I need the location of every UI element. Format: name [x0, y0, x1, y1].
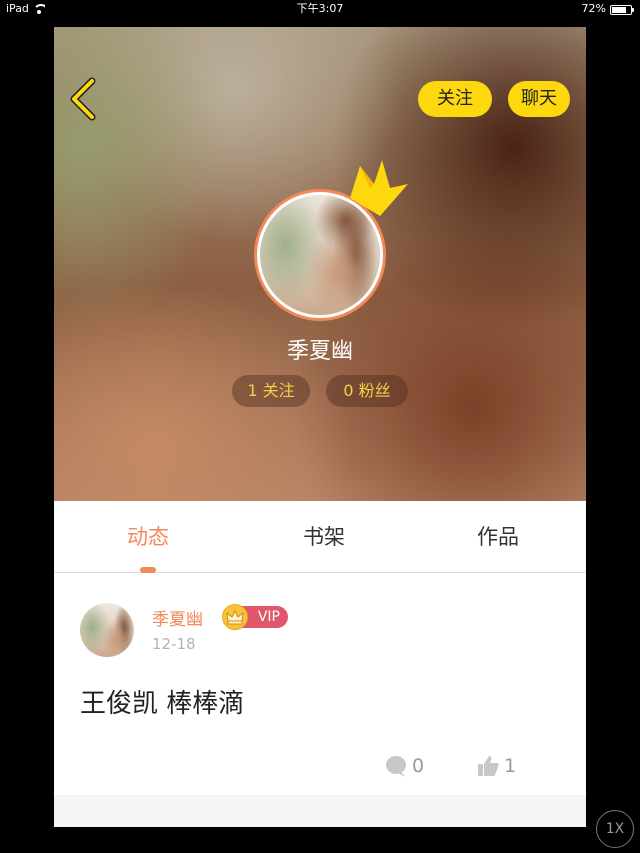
- profile-header: 关注 聊天 季夏幽 1 关注 0 粉丝: [54, 27, 586, 501]
- speed-button[interactable]: 1X: [596, 810, 634, 848]
- following-count[interactable]: 1 关注: [232, 375, 310, 407]
- thumbs-up-icon: [478, 756, 499, 776]
- tab-activity[interactable]: 动态: [98, 501, 198, 573]
- status-bar: iPad 下午3:07 72%: [0, 0, 640, 18]
- comment-count: 0: [412, 755, 425, 777]
- post-author[interactable]: 季夏幽: [152, 605, 203, 630]
- crown-icon: [350, 160, 408, 216]
- fans-count[interactable]: 0 粉丝: [326, 375, 408, 407]
- battery-fill: [612, 6, 627, 13]
- chat-button[interactable]: 聊天: [508, 81, 570, 117]
- status-time: 下午3:07: [296, 2, 344, 15]
- follow-button[interactable]: 关注: [418, 81, 492, 117]
- back-button[interactable]: [64, 75, 104, 123]
- battery-percent: 72%: [581, 2, 606, 15]
- like-button[interactable]: 1: [476, 753, 516, 779]
- app-window: 关注 聊天 季夏幽 1 关注 0 粉丝 动态 书架 作品 季夏幽 VIP 12-…: [54, 27, 586, 827]
- comment-icon: [386, 756, 406, 777]
- battery-icon: [610, 4, 634, 15]
- tab-bookshelf[interactable]: 书架: [274, 501, 374, 573]
- tab-works[interactable]: 作品: [448, 501, 548, 573]
- comment-button[interactable]: 0: [384, 753, 424, 779]
- tab-indicator: [140, 567, 156, 573]
- post-date: 12-18: [152, 635, 196, 653]
- chevron-left-icon: [70, 77, 96, 121]
- status-right: 72%: [581, 0, 634, 18]
- vip-crown-icon: [222, 604, 248, 630]
- like-count: 1: [504, 755, 517, 777]
- vip-badge: VIP: [222, 604, 288, 630]
- post-content: 王俊凯 棒棒滴: [80, 689, 245, 719]
- profile-name: 季夏幽: [286, 339, 353, 364]
- list-divider: [54, 795, 586, 827]
- tab-bar: 动态 书架 作品: [54, 501, 586, 573]
- post-avatar[interactable]: [80, 603, 134, 657]
